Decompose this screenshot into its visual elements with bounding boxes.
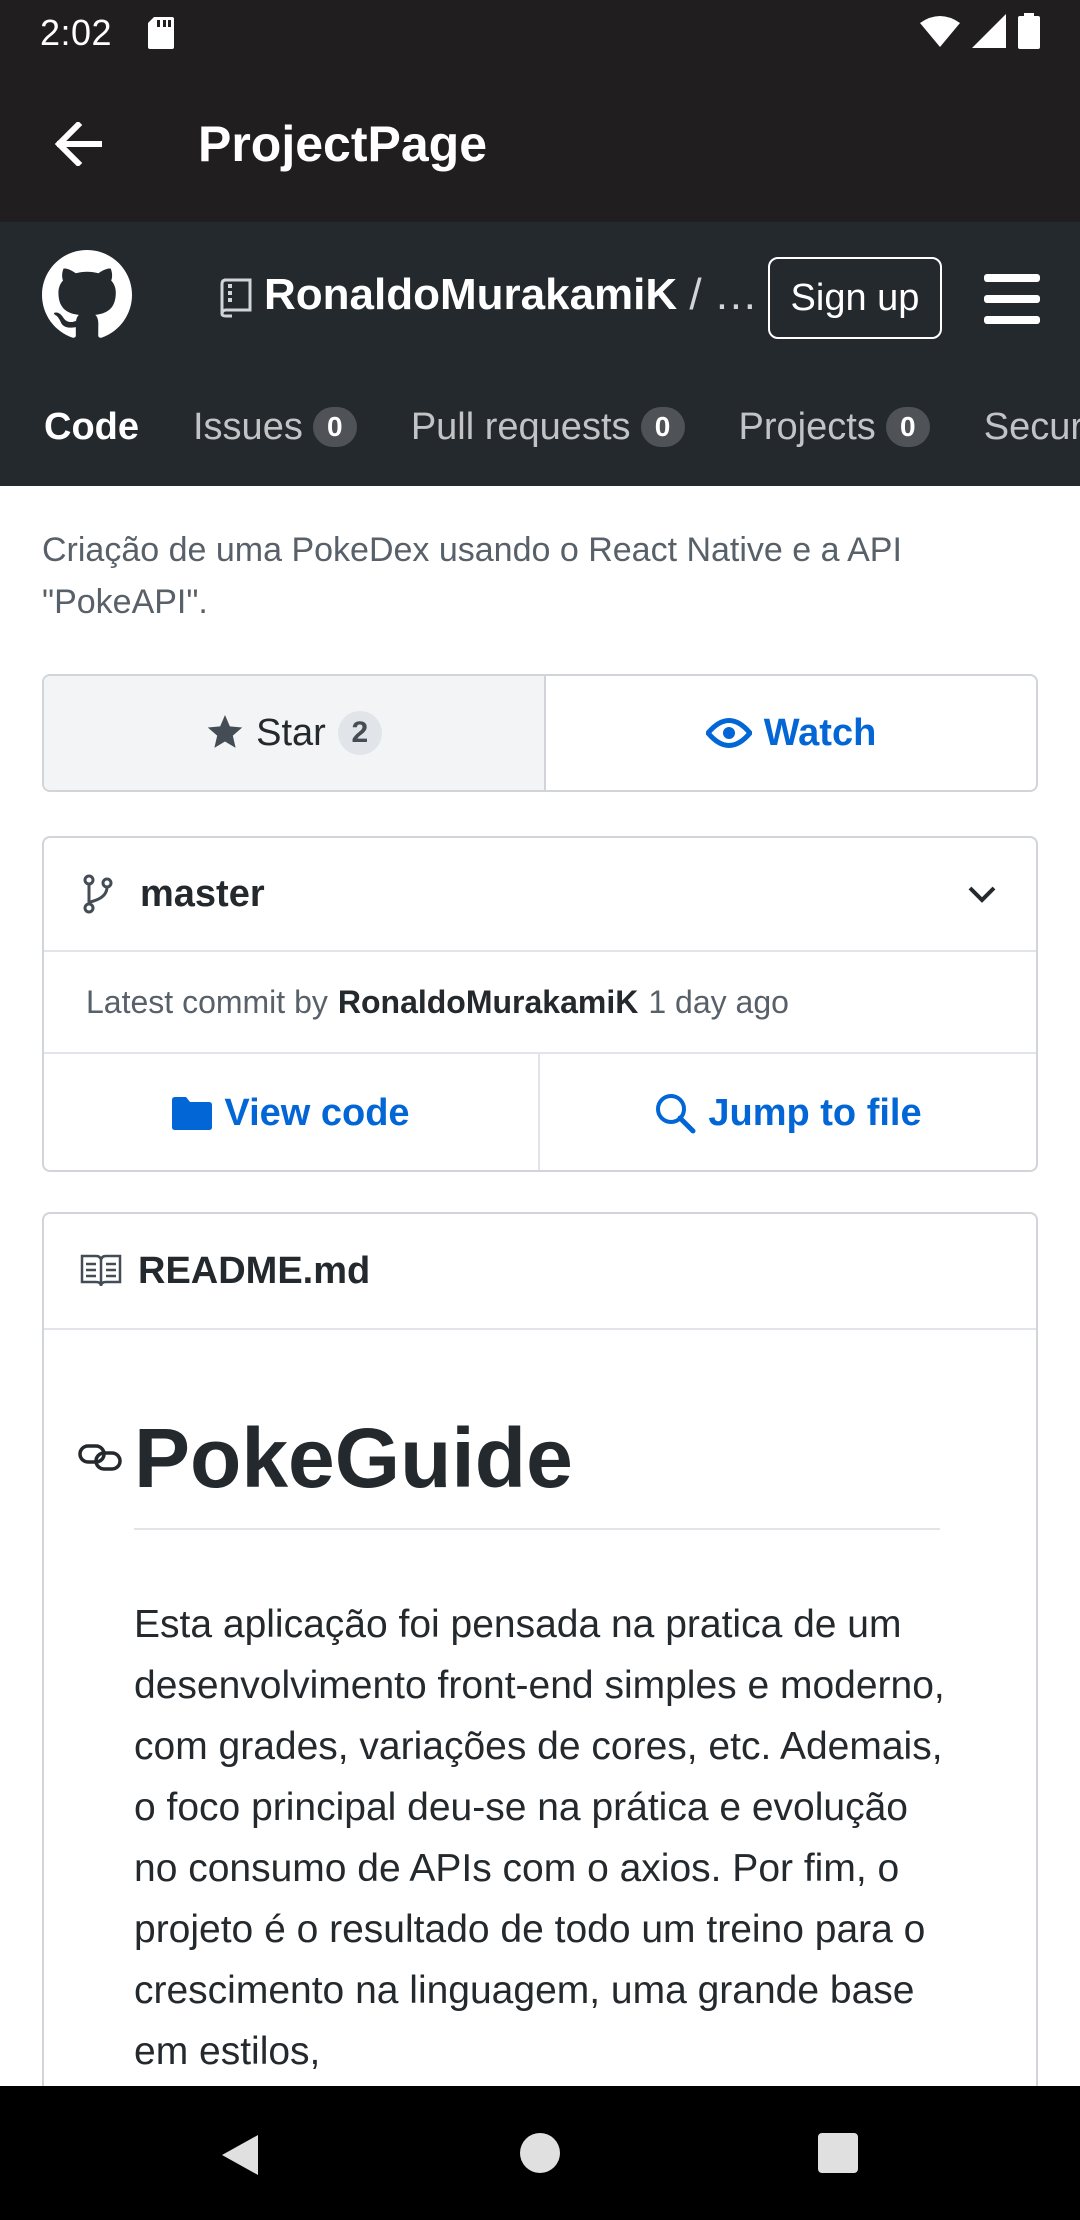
star-button[interactable]: Star 2 <box>44 676 546 790</box>
repo-owner[interactable]: RonaldoMurakamiK <box>264 270 677 319</box>
branch-name: master <box>140 872 265 915</box>
latest-commit: Latest commit by RonaldoMurakamiK 1 day … <box>44 952 1036 1054</box>
view-code-label: View code <box>224 1091 410 1134</box>
eye-icon <box>705 716 752 750</box>
watch-label: Watch <box>763 711 877 754</box>
view-code-button[interactable]: View code <box>44 1054 540 1170</box>
book-icon <box>80 1254 122 1288</box>
jump-to-file-label: Jump to file <box>708 1091 922 1134</box>
search-icon <box>654 1092 696 1134</box>
readme-box: README.md PokeGuide Esta aplicação foi p… <box>42 1212 1038 2220</box>
status-bar: 2:02 <box>0 0 1080 66</box>
tab-pull-requests[interactable]: Pull requests 0 <box>411 406 685 449</box>
readme-heading: PokeGuide <box>134 1410 940 1530</box>
github-header: RonaldoMurakamiK / … Sign up Code Issues… <box>0 222 1080 486</box>
watch-button[interactable]: Watch <box>546 676 1036 790</box>
commit-prefix: Latest commit by <box>86 983 328 1020</box>
tab-label: Code <box>44 405 139 448</box>
tab-label: Projects <box>738 405 876 448</box>
star-icon <box>206 715 244 751</box>
tab-code[interactable]: Code <box>44 406 139 449</box>
repo-tabs: Code Issues 0 Pull requests 0 Projects 0… <box>44 382 1080 472</box>
link-icon[interactable] <box>78 1440 122 1474</box>
readme-header: README.md <box>44 1214 1036 1330</box>
wifi-icon <box>920 15 960 52</box>
star-label: Star <box>256 711 326 754</box>
repo-icon <box>218 278 252 318</box>
tab-security[interactable]: Security <box>984 406 1080 449</box>
tab-label: Pull requests <box>410 405 631 448</box>
back-button[interactable] <box>38 104 118 184</box>
navigation-bar <box>0 2086 1080 2220</box>
repo-path[interactable]: RonaldoMurakamiK / … <box>264 270 758 320</box>
star-count: 2 <box>337 711 382 755</box>
pull-requests-counter: 0 <box>640 407 685 447</box>
tab-label: Security <box>983 405 1080 448</box>
projects-counter: 0 <box>885 407 930 447</box>
branch-box: master Latest commit by RonaldoMurakamiK… <box>42 836 1038 1172</box>
status-icons <box>920 12 1040 54</box>
star-watch-row: Star 2 Watch <box>42 674 1038 792</box>
github-top-bar: RonaldoMurakamiK / … Sign up <box>0 222 1080 372</box>
repo-separator: / … <box>689 270 758 319</box>
back-arrow-icon <box>54 122 102 166</box>
readme-file-name: README.md <box>138 1249 371 1292</box>
chevron-down-icon <box>964 876 1000 912</box>
nav-home-icon[interactable] <box>520 2133 560 2173</box>
sign-up-button[interactable]: Sign up <box>768 257 942 339</box>
commit-author[interactable]: RonaldoMurakamiK <box>338 984 638 1021</box>
repo-description: Criação de uma PokeDex usando o React Na… <box>42 531 902 621</box>
commit-time: 1 day ago <box>648 983 789 1020</box>
code-actions: View code Jump to file <box>44 1054 1036 1170</box>
tab-issues[interactable]: Issues 0 <box>193 406 357 449</box>
app-title: ProjectPage <box>198 116 488 172</box>
issues-counter: 0 <box>312 407 357 447</box>
sd-card-icon <box>148 17 175 49</box>
signal-icon <box>972 13 1006 53</box>
tab-projects[interactable]: Projects 0 <box>739 406 930 449</box>
screen: 2:02 ProjectPage RonaldoMurakamiK / … Si… <box>0 0 1080 2220</box>
jump-to-file-button[interactable]: Jump to file <box>540 1054 1036 1170</box>
tab-label: Issues <box>193 405 303 448</box>
readme-body: Esta aplicação foi pensada na pratica de… <box>134 1603 945 2073</box>
nav-back-icon[interactable] <box>220 2133 260 2182</box>
app-bar: ProjectPage <box>0 66 1080 222</box>
github-logo-icon[interactable] <box>42 250 132 340</box>
hamburger-menu-icon[interactable] <box>984 274 1040 324</box>
branch-selector[interactable]: master <box>44 838 1036 952</box>
nav-recents-icon[interactable] <box>818 2133 858 2173</box>
battery-icon <box>1018 12 1040 54</box>
folder-icon <box>172 1096 213 1130</box>
git-branch-icon <box>82 874 114 914</box>
status-time: 2:02 <box>40 12 113 53</box>
